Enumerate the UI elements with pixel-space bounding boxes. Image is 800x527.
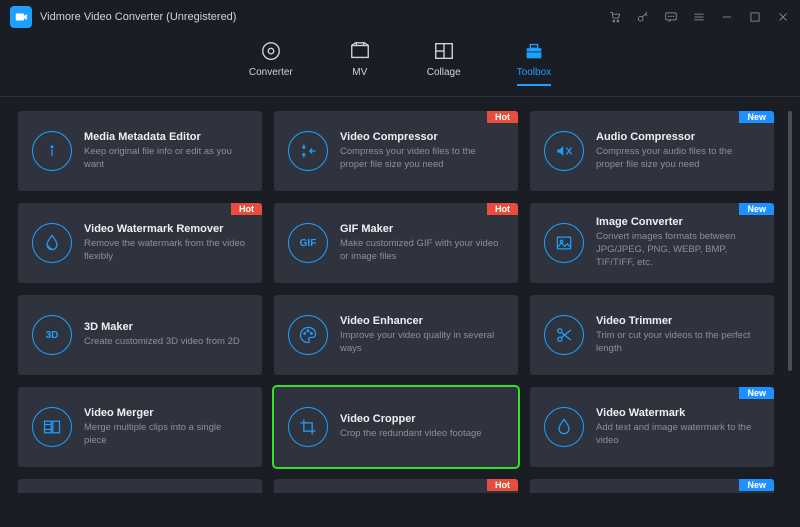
tool-title: Video Trimmer (596, 315, 758, 327)
tool-desc: Compress your video files to the proper … (340, 146, 502, 172)
tool-desc: Keep original file info or edit as you w… (84, 146, 246, 172)
tool-card-palette[interactable]: Video Enhancer Improve your video quality… (274, 295, 518, 375)
palette-icon (288, 315, 328, 355)
hot-badge: Hot (487, 111, 518, 123)
partial-card[interactable] (18, 479, 262, 493)
merge-icon (32, 407, 72, 447)
tool-title: Video Cropper (340, 413, 482, 425)
new-badge: New (739, 479, 774, 491)
toolbox-grid: Media Metadata Editor Keep original file … (18, 111, 774, 467)
tool-card-merge[interactable]: Video Merger Merge multiple clips into a … (18, 387, 262, 467)
key-icon[interactable] (636, 10, 650, 24)
tool-title: 3D Maker (84, 321, 240, 333)
tool-desc: Add text and image watermark to the vide… (596, 422, 758, 448)
tool-title: Video Compressor (340, 131, 502, 143)
maximize-icon[interactable] (748, 10, 762, 24)
audio-compress-icon (544, 131, 584, 171)
tool-desc: Merge multiple clips into a single piece (84, 422, 246, 448)
tool-desc: Crop the redundant video footage (340, 428, 482, 441)
nav-toolbox[interactable]: Toolbox (517, 40, 551, 86)
close-icon[interactable] (776, 10, 790, 24)
hot-badge: Hot (487, 203, 518, 215)
nav-collage[interactable]: Collage (427, 40, 461, 86)
converter-icon (260, 40, 282, 62)
tool-card-3d[interactable]: 3D 3D Maker Create customized 3D video fro… (18, 295, 262, 375)
3d-icon: 3D (32, 315, 72, 355)
tool-desc: Remove the watermark from the video flex… (84, 238, 246, 264)
image-icon (544, 223, 584, 263)
tool-title: Media Metadata Editor (84, 131, 246, 143)
tool-title: GIF Maker (340, 223, 502, 235)
partial-row: Hot New (18, 479, 774, 493)
tool-title: Video Enhancer (340, 315, 502, 327)
scissors-icon (544, 315, 584, 355)
mv-icon (349, 40, 371, 62)
toolbox-icon (523, 40, 545, 62)
hot-badge: Hot (231, 203, 262, 215)
window-controls (608, 10, 790, 24)
minimize-icon[interactable] (720, 10, 734, 24)
menu-icon[interactable] (692, 10, 706, 24)
new-badge: New (739, 387, 774, 399)
gif-icon: GIF (288, 223, 328, 263)
app-title: Vidmore Video Converter (Unregistered) (40, 11, 236, 23)
cart-icon[interactable] (608, 10, 622, 24)
tool-card-image[interactable]: NewImage Converter Convert images formats… (530, 203, 774, 283)
crop-icon (288, 407, 328, 447)
nav-converter[interactable]: Converter (249, 40, 293, 86)
new-badge: New (739, 111, 774, 123)
tool-title: Audio Compressor (596, 131, 758, 143)
tool-card-water[interactable]: New Video Watermark Add text and image wat… (530, 387, 774, 467)
collage-icon (433, 40, 455, 62)
tool-desc: Make customized GIF with your video or i… (340, 238, 502, 264)
tool-desc: Compress your audio files to the proper … (596, 146, 758, 172)
nav-mv[interactable]: MV (349, 40, 371, 86)
main-nav: Converter MV Collage Toolbox (0, 34, 800, 97)
new-badge: New (739, 203, 774, 215)
droplet-icon (32, 223, 72, 263)
tool-card-audio-compress[interactable]: New Audio Compressor Compress your audio f… (530, 111, 774, 191)
tool-desc: Trim or cut your videos to the perfect l… (596, 330, 758, 356)
tool-title: Video Watermark Remover (84, 223, 246, 235)
feedback-icon[interactable] (664, 10, 678, 24)
tool-title: Image Converter (596, 216, 758, 228)
tool-card-info[interactable]: Media Metadata Editor Keep original file … (18, 111, 262, 191)
tool-card-gif[interactable]: Hot GIF GIF Maker Make customized GIF with … (274, 203, 518, 283)
tool-card-scissors[interactable]: Video Trimmer Trim or cut your videos to … (530, 295, 774, 375)
tool-card-crop[interactable]: Video Cropper Crop the redundant video fo… (274, 387, 518, 467)
info-icon (32, 131, 72, 171)
tool-title: Video Watermark (596, 407, 758, 419)
tool-title: Video Merger (84, 407, 246, 419)
scrollbar-thumb[interactable] (788, 111, 792, 371)
partial-card[interactable]: New (530, 479, 774, 493)
app-logo (10, 6, 32, 28)
compress-icon (288, 131, 328, 171)
hot-badge: Hot (487, 479, 518, 491)
toolbox-grid-wrap: Media Metadata Editor Keep original file … (0, 97, 800, 527)
tool-card-droplet[interactable]: Hot Video Watermark Remover Remove the wat… (18, 203, 262, 283)
partial-card[interactable]: Hot (274, 479, 518, 493)
tool-desc: Convert images formats between JPG/JPEG,… (596, 231, 758, 269)
tool-desc: Improve your video quality in several wa… (340, 330, 502, 356)
water-icon (544, 407, 584, 447)
titlebar: Vidmore Video Converter (Unregistered) (0, 0, 800, 34)
tool-desc: Create customized 3D video from 2D (84, 336, 240, 349)
tool-card-compress[interactable]: Hot Video Compressor Compress your video f… (274, 111, 518, 191)
